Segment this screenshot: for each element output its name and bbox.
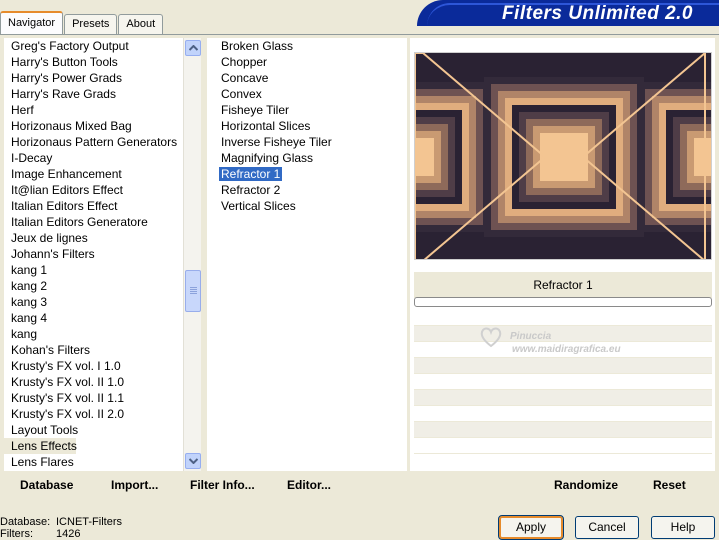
parameter-row[interactable] xyxy=(414,438,712,454)
filter-item[interactable]: Magnifying Glass xyxy=(207,150,407,166)
category-item[interactable]: Italian Editors Effect xyxy=(4,198,184,214)
filter-item[interactable]: Refractor 1 xyxy=(207,166,407,182)
filter-item[interactable]: Refractor 2 xyxy=(207,182,407,198)
scroll-thumb[interactable] xyxy=(185,270,201,312)
filters-label: Filters: xyxy=(0,528,33,540)
scroll-down-button[interactable] xyxy=(185,453,201,469)
tab-presets[interactable]: Presets xyxy=(64,14,118,34)
filter-item-label: Refractor 2 xyxy=(221,183,281,197)
category-item[interactable]: Italian Editors Generatore xyxy=(4,214,184,230)
parameter-row[interactable] xyxy=(414,358,712,374)
filter-item[interactable]: Inverse Fisheye Tiler xyxy=(207,134,407,150)
bottom-toolbar: Database Import... Filter Info... Editor… xyxy=(0,472,719,500)
category-scrollbar[interactable] xyxy=(183,38,201,471)
category-item[interactable]: Horizonaus Mixed Bag xyxy=(4,118,184,134)
filter-preview-image xyxy=(414,52,712,260)
title-banner: Filters Unlimited 2.0 xyxy=(417,0,719,26)
tab-navigator[interactable]: Navigator xyxy=(0,11,64,34)
parameter-row[interactable] xyxy=(414,422,712,438)
filter-info-button[interactable]: Filter Info... xyxy=(190,478,255,492)
progress-bar xyxy=(414,297,712,307)
parameter-row[interactable] xyxy=(414,310,712,326)
cancel-button[interactable]: Cancel xyxy=(575,516,639,539)
help-button[interactable]: Help xyxy=(651,516,715,539)
preview-band xyxy=(694,138,711,176)
filter-item-label: Convex xyxy=(221,87,262,101)
import-button[interactable]: Import... xyxy=(111,478,158,492)
preview-band xyxy=(540,133,588,181)
category-item[interactable]: Krusty's FX vol. II 1.0 xyxy=(4,374,184,390)
category-list[interactable]: Greg's Factory Output Harry's Button Tool… xyxy=(4,38,184,471)
category-item[interactable]: Image Enhancement xyxy=(4,166,184,182)
randomize-button[interactable]: Randomize xyxy=(554,478,618,492)
filter-item[interactable]: Horizontal Slices xyxy=(207,118,407,134)
category-item[interactable]: kang 3 xyxy=(4,294,184,310)
parameter-row[interactable] xyxy=(414,406,712,422)
category-item[interactable]: Krusty's FX vol. II 1.1 xyxy=(4,390,184,406)
parameter-row[interactable] xyxy=(414,390,712,406)
category-item[interactable]: Lens Flares xyxy=(4,454,184,470)
category-item[interactable]: Herf xyxy=(4,102,184,118)
filter-item-label: Chopper xyxy=(221,55,268,69)
category-item[interactable]: Harry's Button Tools xyxy=(4,54,184,70)
preview-band xyxy=(415,138,434,176)
category-item[interactable]: Krusty's FX vol. I 1.0 xyxy=(4,358,184,374)
category-item[interactable]: Horizonaus Pattern Generators xyxy=(4,134,184,150)
editor-button[interactable]: Editor... xyxy=(287,478,331,492)
banner-title: Filters Unlimited 2.0 xyxy=(501,3,693,24)
database-value: ICNET-Filters xyxy=(56,516,122,528)
category-item[interactable]: Johann's Filters xyxy=(4,246,184,262)
filter-item-label: Fisheye Tiler xyxy=(221,103,290,117)
category-item[interactable]: Krusty's FX vol. II 2.0 xyxy=(4,406,184,422)
category-item[interactable]: Lens Effects xyxy=(4,438,77,454)
filter-list[interactable]: Broken Glass Chopper Concave Convex Fisheye … xyxy=(207,38,407,471)
category-item[interactable]: I-Decay xyxy=(4,150,184,166)
category-item[interactable]: Kohan's Filters xyxy=(4,342,184,358)
preview-panel: Refractor 1 Pinuccia www.maidiragrafica.… xyxy=(410,38,715,471)
category-item[interactable]: kang 4 xyxy=(4,310,184,326)
tab-about[interactable]: About xyxy=(118,14,164,34)
chevron-up-icon xyxy=(188,45,198,51)
database-button[interactable]: Database xyxy=(20,478,73,492)
category-item[interactable]: Harry's Rave Grads xyxy=(4,86,184,102)
apply-button[interactable]: Apply xyxy=(498,515,564,540)
filter-item[interactable]: Vertical Slices xyxy=(207,198,407,214)
reset-button[interactable]: Reset xyxy=(653,478,686,492)
category-item[interactable]: Jeux de lignes xyxy=(4,230,184,246)
category-item[interactable]: kang 1 xyxy=(4,262,184,278)
preview-filter-name: Refractor 1 xyxy=(414,272,712,298)
filter-item-label: Magnifying Glass xyxy=(221,151,314,165)
chevron-down-icon xyxy=(188,458,198,464)
filter-item-label: Vertical Slices xyxy=(221,199,296,213)
category-item[interactable]: kang 2 xyxy=(4,278,184,294)
filter-item-label: Horizontal Slices xyxy=(221,119,311,133)
category-item[interactable]: Harry's Power Grads xyxy=(4,70,184,86)
parameter-row[interactable] xyxy=(414,374,712,390)
category-item[interactable]: Greg's Factory Output xyxy=(4,38,184,54)
filter-item-label: Refractor 1 xyxy=(219,167,283,181)
filter-item[interactable]: Fisheye Tiler xyxy=(207,102,407,118)
filter-item[interactable]: Broken Glass xyxy=(207,38,407,54)
category-item[interactable]: It@lian Editors Effect xyxy=(4,182,184,198)
scroll-up-button[interactable] xyxy=(185,40,201,56)
filters-count: 1426 xyxy=(56,528,81,540)
filter-item-label: Broken Glass xyxy=(221,39,294,53)
tab-strip: Navigator Presets About xyxy=(0,11,164,34)
filter-item[interactable]: Chopper xyxy=(207,54,407,70)
category-item[interactable]: Layout Tools xyxy=(4,422,184,438)
filter-item-label: Concave xyxy=(221,71,269,85)
refractor-preview xyxy=(415,53,711,259)
status-info: Database: ICNET-Filters Filters: 1426 xyxy=(0,516,122,540)
filter-item-label: Inverse Fisheye Tiler xyxy=(221,135,332,149)
filter-item[interactable]: Convex xyxy=(207,86,407,102)
category-item[interactable]: kang xyxy=(4,326,184,342)
database-label: Database: xyxy=(0,516,51,528)
filter-item[interactable]: Concave xyxy=(207,70,407,86)
watermark-text: Pinuccia www.maidiragrafica.eu xyxy=(510,331,621,355)
